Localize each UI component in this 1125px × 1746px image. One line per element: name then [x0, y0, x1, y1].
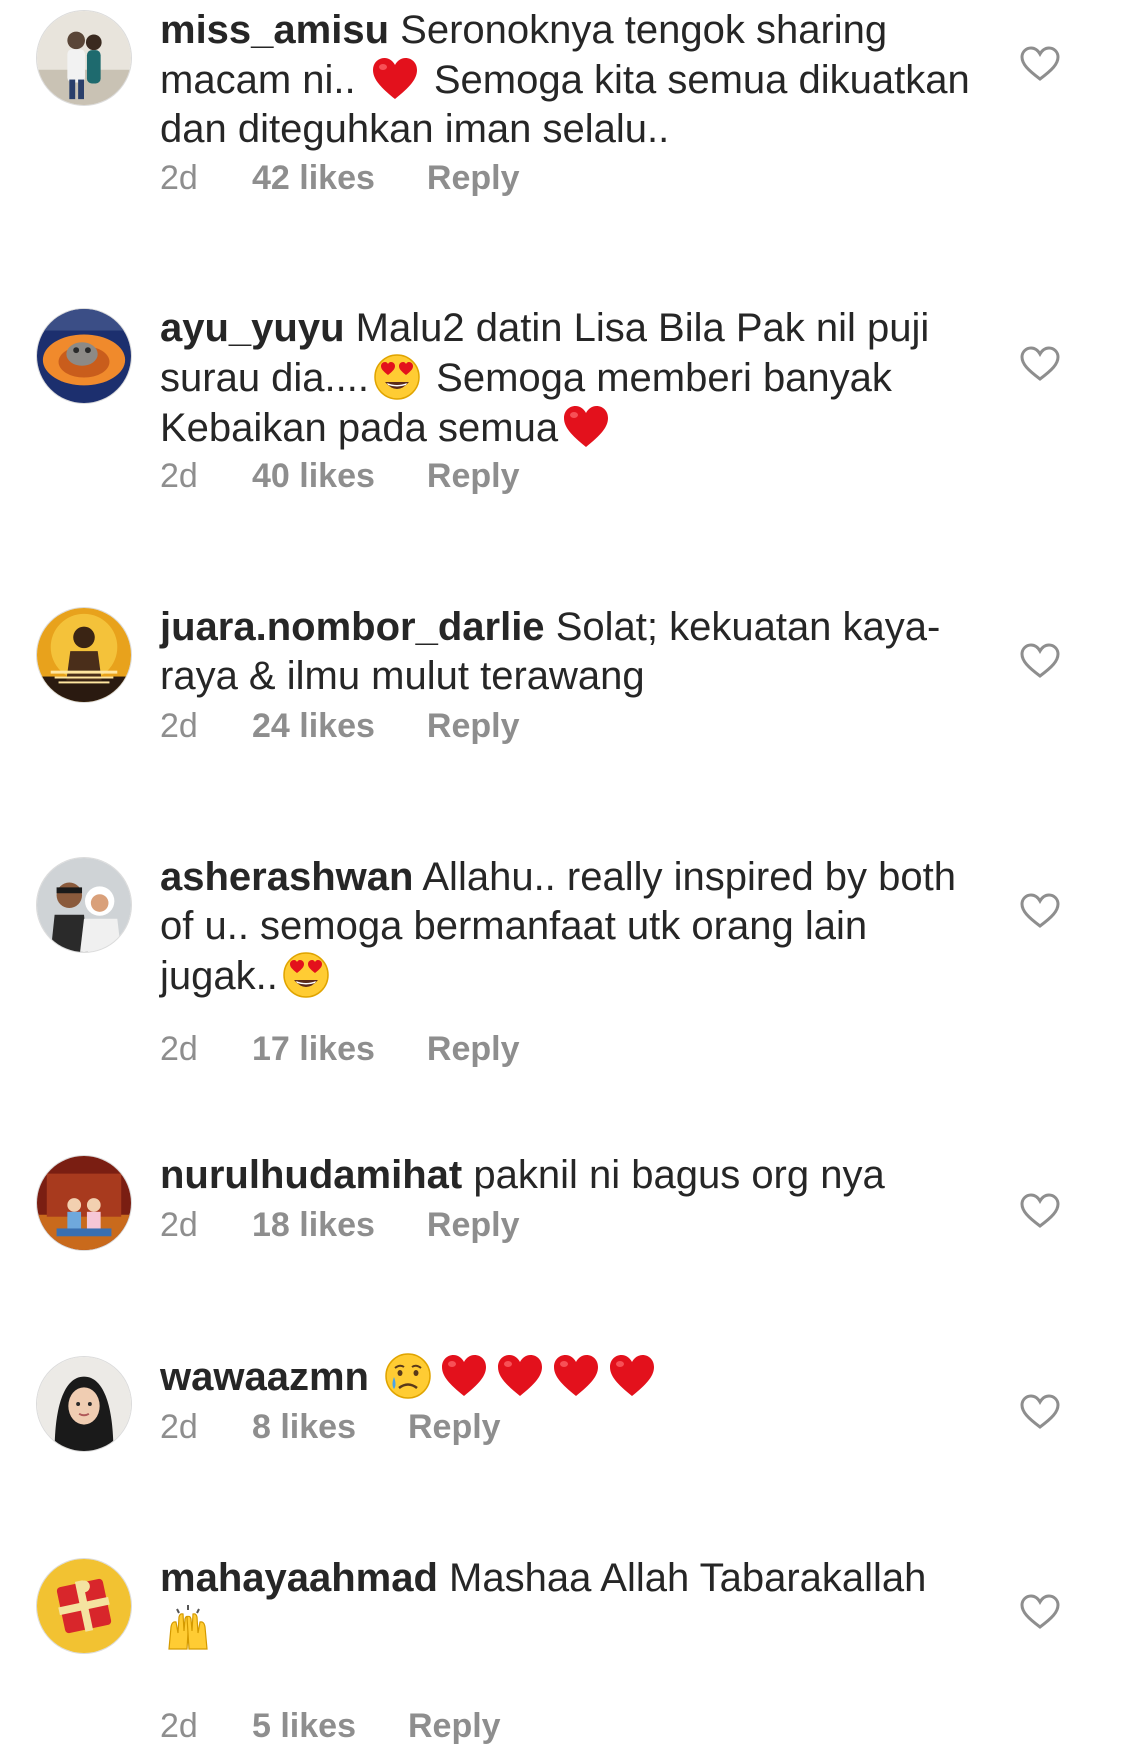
like-heart-icon[interactable] [1020, 1394, 1060, 1430]
comment-username[interactable]: wawaazmn [160, 1355, 369, 1399]
comment-meta: 2d 24 likes Reply [160, 706, 519, 746]
like-heart-icon[interactable] [1020, 643, 1060, 679]
likes-count-button[interactable]: 42 likes [252, 159, 375, 197]
like-heart-icon[interactable] [1020, 346, 1060, 382]
like-heart-icon[interactable] [1020, 1193, 1060, 1229]
avatar[interactable] [36, 10, 132, 106]
avatar[interactable] [36, 308, 132, 404]
comment-username[interactable]: nurulhudamihat [160, 1153, 462, 1197]
comment-meta: 2d 8 likes Reply [160, 1407, 501, 1447]
comment-meta: 2d 42 likes Reply [160, 158, 519, 198]
comment-time: 2d [160, 1206, 198, 1244]
likes-count-button[interactable]: 17 likes [252, 1030, 375, 1068]
comment-meta: 2d 40 likes Reply [160, 456, 519, 496]
comment-time: 2d [160, 457, 198, 495]
comment-text: asherashwan Allahu.. really inspired by … [160, 853, 990, 1001]
like-heart-icon[interactable] [1020, 46, 1060, 82]
heart-eyes-emoji [281, 951, 331, 999]
heart-eyes-emoji [372, 353, 422, 401]
comment-message: Mashaa Allah Tabarakallah [449, 1556, 927, 1600]
reply-button[interactable]: Reply [427, 707, 520, 745]
likes-count-button[interactable]: 40 likes [252, 457, 375, 495]
red-heart-emoji [551, 1352, 601, 1400]
comment-username[interactable]: juara.nombor_darlie [160, 605, 545, 649]
comment-text: juara.nombor_darlie Solat; kekuatan kaya… [160, 603, 990, 701]
reply-button[interactable]: Reply [408, 1707, 501, 1745]
comment-username[interactable]: ayu_yuyu [160, 306, 345, 350]
comment-text: mahayaahmad Mashaa Allah Tabarakallah [160, 1554, 990, 1653]
comment-time: 2d [160, 1408, 198, 1446]
like-heart-icon[interactable] [1020, 893, 1060, 929]
avatar[interactable] [36, 1558, 132, 1654]
red-heart-emoji [439, 1352, 489, 1400]
avatar[interactable] [36, 607, 132, 703]
avatar[interactable] [36, 1356, 132, 1452]
reply-button[interactable]: Reply [427, 457, 520, 495]
crying-face-emoji [383, 1352, 433, 1400]
comment-time: 2d [160, 707, 198, 745]
comment-meta: 2d 17 likes Reply [160, 1029, 519, 1069]
reply-button[interactable]: Reply [427, 1206, 520, 1244]
red-heart-emoji [561, 403, 611, 451]
reply-button[interactable]: Reply [427, 1030, 520, 1068]
comment-username[interactable]: mahayaahmad [160, 1556, 438, 1600]
comment-time: 2d [160, 159, 198, 197]
comment-username[interactable]: miss_amisu [160, 8, 389, 52]
red-heart-emoji [495, 1352, 545, 1400]
comment-text: ayu_yuyu Malu2 datin Lisa Bila Pak nil p… [160, 304, 990, 453]
likes-count-button[interactable]: 18 likes [252, 1206, 375, 1244]
comment-text: nurulhudamihat paknil ni bagus org nya [160, 1151, 990, 1200]
comment-meta: 2d 18 likes Reply [160, 1205, 519, 1245]
comment-text: wawaazmn [160, 1352, 990, 1402]
likes-count-button[interactable]: 5 likes [252, 1707, 356, 1745]
likes-count-button[interactable]: 8 likes [252, 1408, 356, 1446]
like-heart-icon[interactable] [1020, 1594, 1060, 1630]
red-heart-emoji [370, 55, 420, 103]
avatar[interactable] [36, 857, 132, 953]
likes-count-button[interactable]: 24 likes [252, 707, 375, 745]
comment-message: paknil ni bagus org nya [473, 1153, 885, 1197]
red-heart-emoji [607, 1352, 657, 1400]
comment-time: 2d [160, 1030, 198, 1068]
comment-username[interactable]: asherashwan [160, 855, 413, 899]
comment-time: 2d [160, 1707, 198, 1745]
reply-button[interactable]: Reply [427, 159, 520, 197]
avatar[interactable] [36, 1155, 132, 1251]
raising-hands-emoji [163, 1603, 213, 1651]
comment-meta: 2d 5 likes Reply [160, 1706, 501, 1746]
comment-text: miss_amisu Seronoknya tengok sharing mac… [160, 6, 990, 154]
reply-button[interactable]: Reply [408, 1408, 501, 1446]
